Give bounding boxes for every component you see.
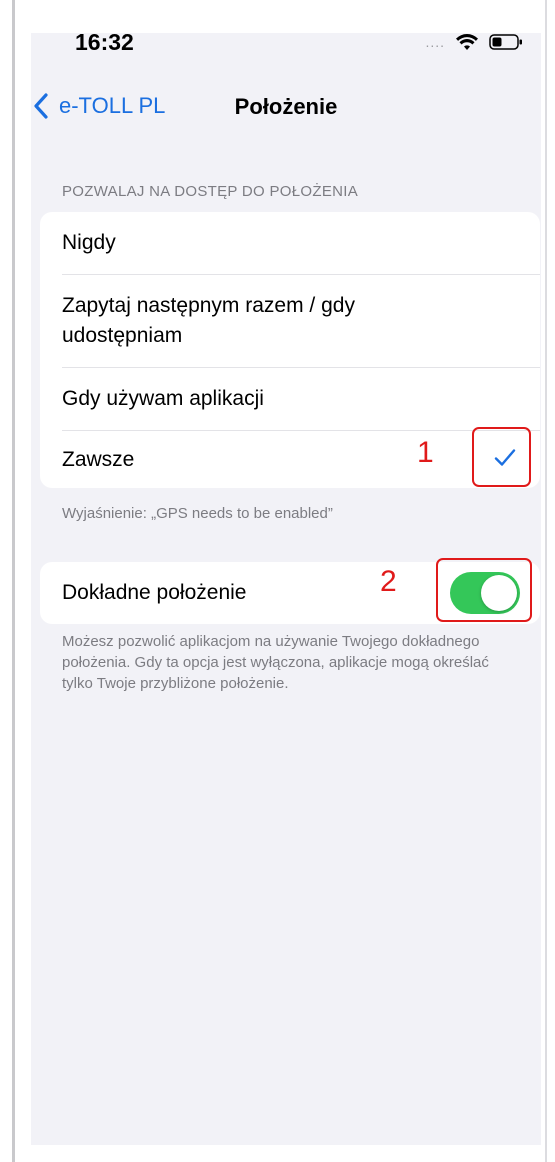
annotation-box-1 (472, 427, 531, 487)
option-label: Gdy używam aplikacji (62, 387, 264, 410)
option-never[interactable]: Nigdy (62, 212, 540, 275)
status-indicators: .... (425, 33, 523, 51)
signal-icon: .... (425, 34, 445, 50)
battery-icon (489, 33, 523, 51)
option-while-using[interactable]: Gdy używam aplikacji (62, 368, 540, 431)
page-title: Położenie (234, 94, 338, 119)
annotation-number-2: 2 (380, 565, 397, 598)
frame-border-right (545, 0, 547, 1162)
option-always[interactable]: Zawsze (62, 431, 540, 488)
phone-screen: 16:32 .... e-TOLL PL Położenie POZWALAJ … (31, 33, 541, 1145)
frame-border-left (12, 0, 15, 1162)
option-ask-next-time[interactable]: Zapytaj następnym razem / gdy udostępnia… (62, 275, 540, 368)
annotation-box-2 (436, 558, 532, 622)
option-label: Zawsze (62, 448, 135, 471)
annotation-number-1: 1 (417, 436, 434, 469)
wifi-icon (455, 33, 479, 51)
option-label: Zapytaj następnym razem / gdy udostępnia… (62, 294, 355, 347)
location-access-footer: Wyjaśnienie: „GPS needs to be enabled” (62, 505, 333, 522)
option-label: Nigdy (62, 231, 116, 254)
precise-location-footer: Możesz pozwolić aplikacjom na używanie T… (62, 633, 489, 692)
section-header-location-access: POZWALAJ NA DOSTĘP DO POŁOŻENIA (62, 183, 359, 200)
status-time: 16:32 (75, 33, 134, 55)
location-access-options: Nigdy Zapytaj następnym razem / gdy udos… (40, 212, 540, 488)
precise-location-label: Dokładne położenie (62, 581, 247, 604)
